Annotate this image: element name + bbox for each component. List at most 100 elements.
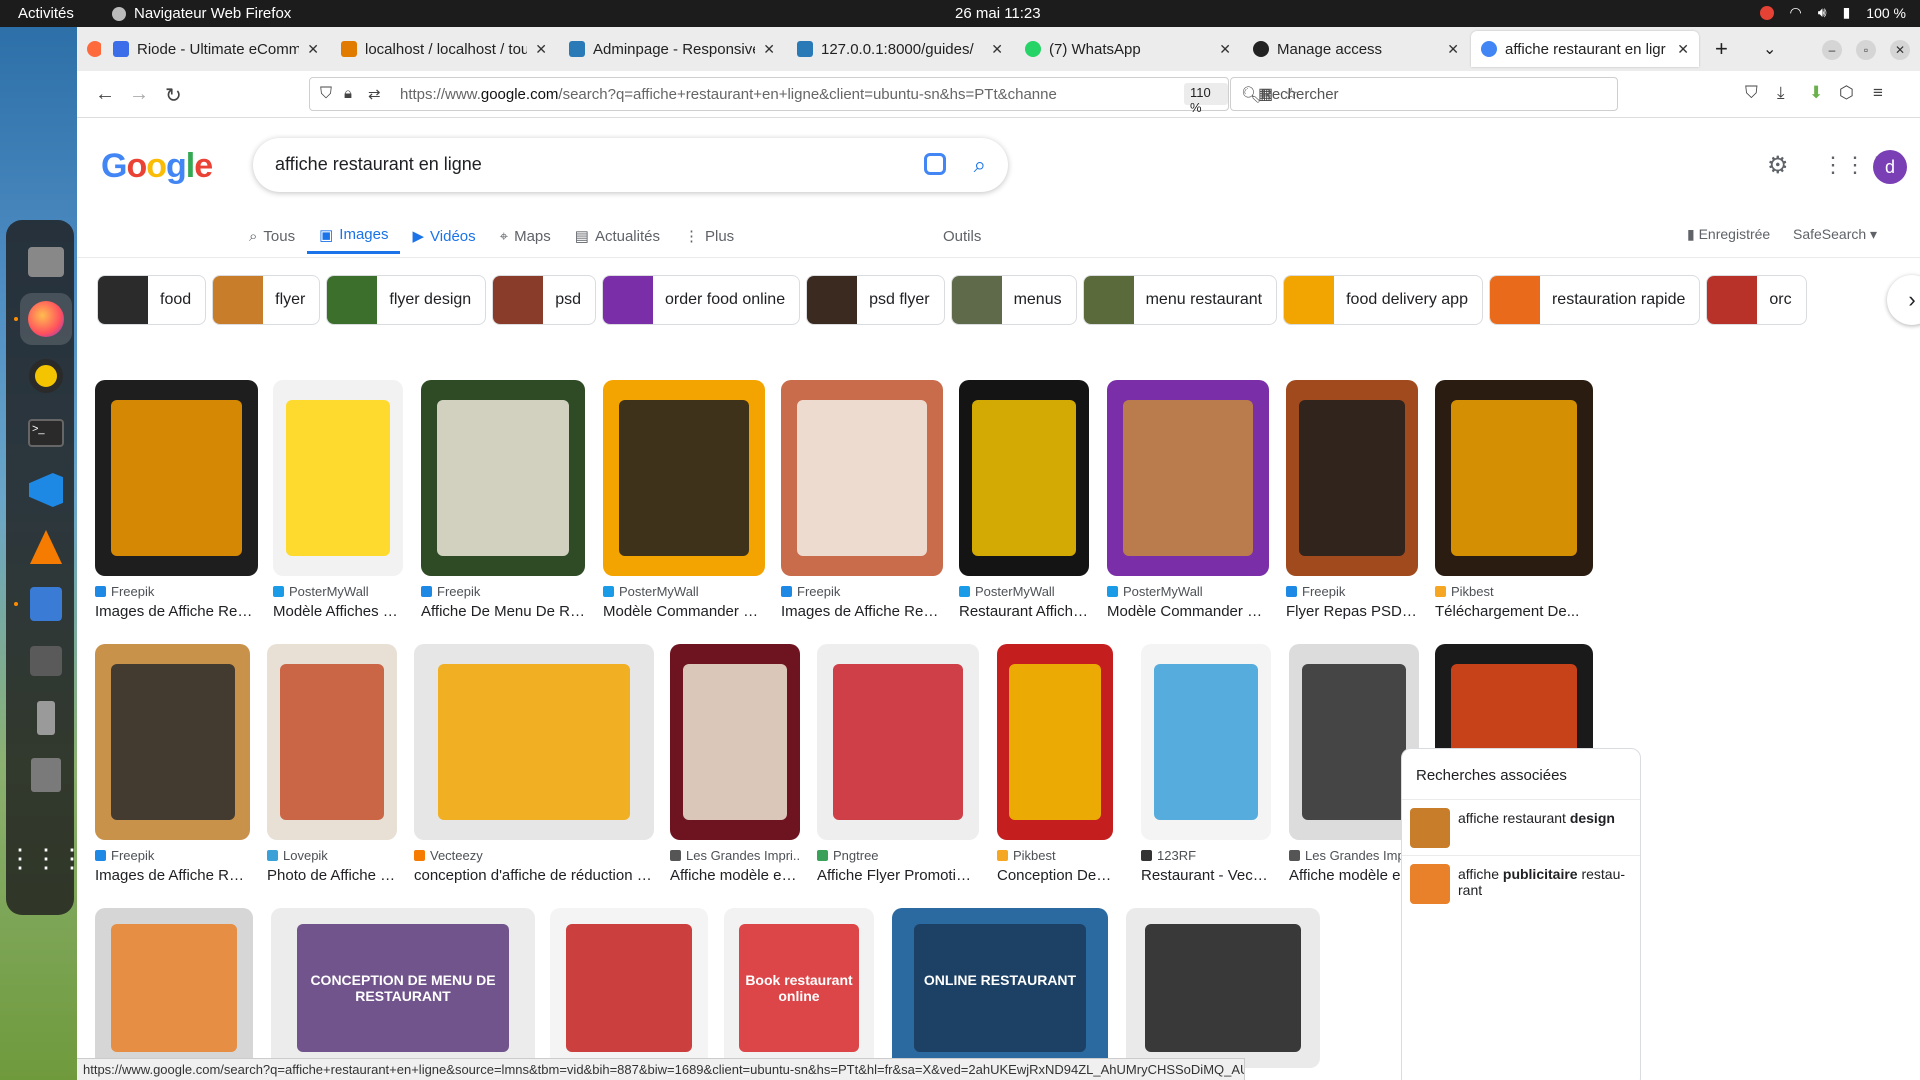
terminal-icon[interactable]: >_	[20, 407, 72, 459]
tab-images[interactable]: ▣ Images	[307, 218, 401, 254]
search-query[interactable]: affiche restaurant en ligne	[275, 154, 482, 175]
tasks-icon[interactable]	[20, 578, 72, 630]
image-result[interactable]: ONLINE RESTAURANT	[892, 908, 1108, 1068]
result-thumbnail[interactable]	[267, 644, 397, 840]
result-source[interactable]: PosterMyWall	[959, 584, 1089, 599]
saved-link[interactable]: ▮ Enregistrée	[1687, 226, 1770, 243]
chip-orc[interactable]: orc	[1706, 275, 1807, 325]
tab-close-icon[interactable]: ✕	[991, 41, 1003, 58]
result-source[interactable]: Les Grandes Impri...	[670, 848, 800, 863]
result-thumbnail[interactable]	[670, 644, 800, 840]
result-source[interactable]: PosterMyWall	[1107, 584, 1269, 599]
vscode-icon[interactable]	[20, 464, 72, 516]
result-title[interactable]: Affiche modèle et e...	[670, 867, 800, 884]
chip-food[interactable]: food	[97, 275, 207, 325]
firefox-view-button[interactable]	[77, 31, 101, 67]
result-thumbnail[interactable]: CONCEPTION DE MENU DE RESTAURANT	[271, 908, 535, 1068]
tab-news[interactable]: ▤ Actualités	[563, 218, 672, 254]
account-avatar[interactable]: d	[1873, 150, 1907, 184]
image-result[interactable]: Freepik Images de Affiche Restau...	[781, 380, 943, 620]
safesearch-menu[interactable]: SafeSearch ▾	[1793, 226, 1877, 243]
image-result[interactable]: Book restaurant online	[724, 908, 874, 1068]
system-tray[interactable]: ◠ 🔊︎ ▮ 100 %	[1759, 4, 1906, 21]
google-logo[interactable]: Google	[101, 147, 213, 186]
image-result[interactable]: PosterMyWall Modèle Commander de L...	[1107, 380, 1269, 620]
list-tabs-icon[interactable]: ⌄	[1753, 31, 1793, 67]
browser-search-box[interactable]: 🔍︎ Rechercher	[1230, 77, 1618, 111]
result-thumbnail[interactable]: ONLINE RESTAURANT	[892, 908, 1108, 1068]
activities-button[interactable]: Activités	[18, 5, 74, 22]
result-source[interactable]: Freepik	[95, 848, 250, 863]
files-icon[interactable]	[20, 236, 72, 288]
image-result[interactable]: PosterMyWall Restaurant Affiche ...	[959, 380, 1089, 620]
image-result[interactable]: Les Grandes Impri... Affiche modèle et e.…	[1289, 644, 1419, 884]
pocket-icon[interactable]: ⛉	[1745, 83, 1758, 103]
image-result[interactable]	[95, 908, 253, 1068]
clock[interactable]: 26 mai 11:23	[955, 5, 1041, 22]
image-result[interactable]: Freepik Flyer Repas PSD, 3...	[1286, 380, 1418, 620]
chip-flyer[interactable]: flyer	[212, 275, 321, 325]
chip-psd-flyer[interactable]: psd flyer	[806, 275, 945, 325]
url-bar[interactable]: ⛉ 🔒︎ ⇄ https://www.google.com/search?q=a…	[309, 77, 1298, 115]
tab-close-icon[interactable]: ✕	[1219, 41, 1231, 58]
result-thumbnail[interactable]	[273, 380, 403, 576]
result-title[interactable]: Photo de Affiche De...	[267, 867, 397, 884]
tools-button[interactable]: Outils	[943, 228, 981, 245]
result-source[interactable]: Freepik	[1286, 584, 1418, 599]
tab-all[interactable]: ⌕ Tous	[237, 218, 307, 254]
result-thumbnail[interactable]	[95, 380, 258, 576]
firefox-dock-icon[interactable]	[20, 293, 72, 345]
chip-flyer-design[interactable]: flyer design	[326, 275, 487, 325]
chip-order-food-online[interactable]: order food online	[602, 275, 801, 325]
zoom-level[interactable]: 110 %	[1184, 83, 1228, 115]
tab-google-search[interactable]: affiche restaurant en ligr ✕	[1471, 31, 1699, 67]
maximize-icon[interactable]: ▫	[1856, 40, 1876, 60]
image-result[interactable]: Freepik Images de Affiche Resta...	[95, 644, 250, 884]
tab-localhost-guides[interactable]: 127.0.0.1:8000/guides/ ✕	[787, 31, 1013, 67]
result-title[interactable]: Téléchargement De...	[1435, 603, 1593, 620]
result-title[interactable]: Restaurant - Vecteu...	[1141, 867, 1271, 884]
result-thumbnail[interactable]	[603, 380, 765, 576]
tab-close-icon[interactable]: ✕	[535, 41, 547, 58]
related-item[interactable]: affiche publicitaire restau-rant	[1402, 855, 1640, 911]
result-thumbnail[interactable]	[95, 908, 253, 1068]
result-thumbnail[interactable]	[1107, 380, 1269, 576]
downloads-icon[interactable]: ⤓	[1777, 83, 1785, 103]
image-result[interactable]: Les Grandes Impri... Affiche modèle et e.…	[670, 644, 800, 884]
result-source[interactable]: Les Grandes Impri...	[1289, 848, 1419, 863]
forward-icon[interactable]: →	[129, 83, 149, 106]
result-source[interactable]: Freepik	[95, 584, 258, 599]
image-result[interactable]: Lovepik Photo de Affiche De...	[267, 644, 397, 884]
image-result[interactable]: PosterMyWall Modèle Affiches de ...	[273, 380, 403, 620]
result-source[interactable]: PosterMyWall	[603, 584, 765, 599]
settings-gear-icon[interactable]: ⚙	[1767, 151, 1789, 180]
result-thumbnail[interactable]	[421, 380, 585, 576]
image-result[interactable]: PosterMyWall Modèle Commander de L...	[603, 380, 765, 620]
result-title[interactable]: Affiche modèle et e...	[1289, 867, 1419, 884]
tab-close-icon[interactable]: ✕	[1677, 41, 1689, 58]
image-result[interactable]: 123RF Restaurant - Vecteu...	[1141, 644, 1271, 884]
drive-icon[interactable]	[20, 635, 72, 687]
result-thumbnail[interactable]	[781, 380, 943, 576]
result-thumbnail[interactable]	[550, 908, 708, 1068]
result-title[interactable]: Conception De Mod...	[997, 867, 1113, 884]
result-source[interactable]: Pikbest	[997, 848, 1113, 863]
tab-phpmyadmin[interactable]: localhost / localhost / tou ✕	[331, 31, 557, 67]
result-title[interactable]: Images de Affiche Resta...	[95, 603, 258, 620]
image-result[interactable]	[550, 908, 708, 1068]
tab-maps[interactable]: ⌖ Maps	[488, 218, 563, 254]
result-thumbnail[interactable]	[959, 380, 1089, 576]
result-title[interactable]: Restaurant Affiche ...	[959, 603, 1089, 620]
usb-drive-icon[interactable]	[20, 692, 72, 744]
result-source[interactable]: Lovepik	[267, 848, 397, 863]
result-source[interactable]: Pngtree	[817, 848, 979, 863]
tab-close-icon[interactable]: ✕	[307, 41, 319, 58]
result-thumbnail[interactable]	[997, 644, 1113, 840]
result-source[interactable]: Pikbest	[1435, 584, 1593, 599]
chip-menus[interactable]: menus	[950, 275, 1077, 325]
new-tab-button[interactable]: +	[1705, 31, 1745, 67]
tab-adminpage[interactable]: Adminpage - Responsive ✕	[559, 31, 785, 67]
result-source[interactable]: 123RF	[1141, 848, 1271, 863]
result-title[interactable]: Modèle Commander de L...	[603, 603, 765, 620]
shield-icon[interactable]: ⛉	[320, 85, 332, 103]
